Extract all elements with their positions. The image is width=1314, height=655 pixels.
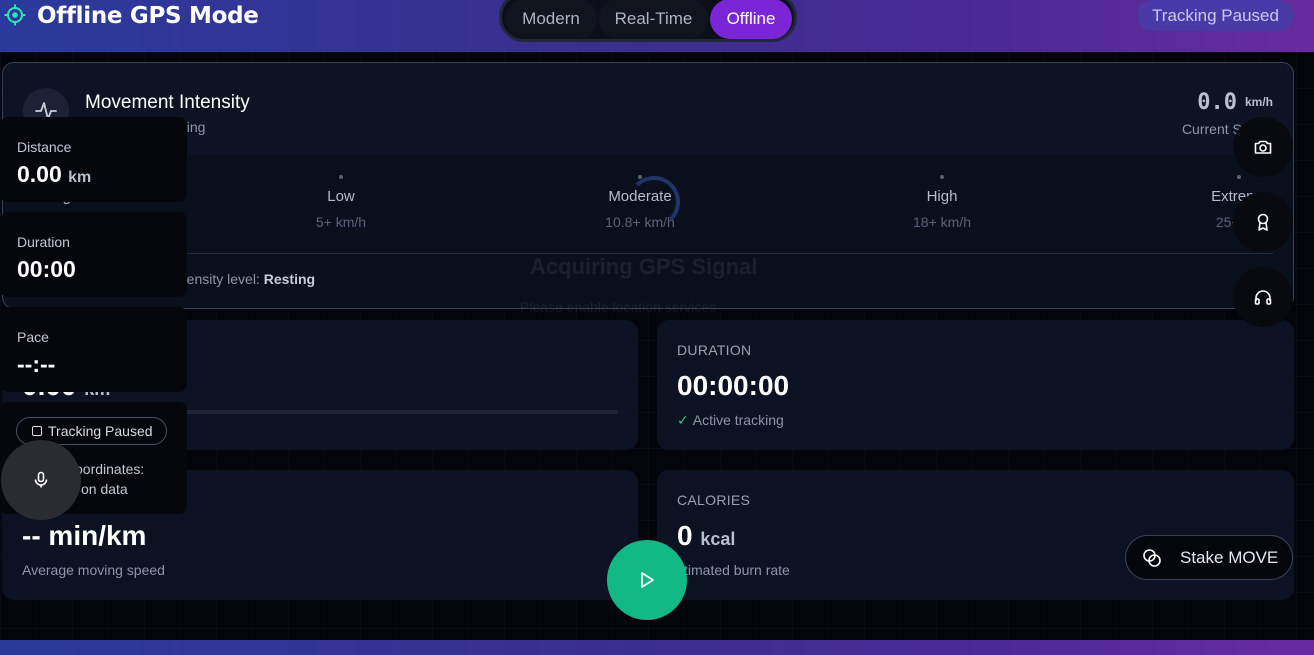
- side-distance-label: Distance: [17, 139, 72, 155]
- duration-card: DURATION 00:00:00 ✓ Active tracking: [657, 320, 1294, 450]
- headphones-icon: [1254, 290, 1272, 305]
- side-pace-label: Pace: [17, 329, 49, 345]
- duration-card-sub: ✓ Active tracking: [677, 412, 784, 428]
- mode-realtime-button[interactable]: Real-Time: [599, 0, 708, 39]
- check-icon: ✓: [677, 412, 689, 428]
- coordinates-label: oordinates:: [75, 461, 145, 477]
- camera-button[interactable]: [1233, 117, 1293, 177]
- side-duration-label: Duration: [17, 234, 70, 250]
- pace-card-value: -- min/km: [22, 520, 147, 551]
- calories-card-sub: stimated burn rate: [677, 562, 790, 578]
- microphone-icon: [34, 471, 48, 488]
- mode-switch: Modern Real-Time Offline: [499, 0, 797, 42]
- footer-bar: [0, 640, 1314, 655]
- intensity-divider: [23, 253, 1273, 254]
- start-tracking-button[interactable]: [607, 540, 687, 620]
- duration-card-value: 00:00:00: [677, 370, 790, 401]
- acquiring-signal-title: Acquiring GPS Signal: [530, 254, 758, 279]
- tracking-status-badge: Tracking Paused: [1137, 0, 1294, 31]
- side-duration-value: 00:00: [17, 256, 76, 282]
- coordinates-value: on data: [81, 481, 128, 497]
- play-icon: [641, 572, 654, 588]
- mode-modern-button[interactable]: Modern: [505, 0, 597, 39]
- stake-move-label: Stake MOVE: [1180, 547, 1279, 567]
- pace-card-sub: Average moving speed: [22, 562, 165, 578]
- app-title: Offline GPS Mode: [37, 3, 259, 29]
- camera-icon: [1254, 140, 1272, 154]
- calories-card-label: CALORIES: [677, 492, 751, 508]
- side-distance-box: Distance 0.00 km: [0, 117, 187, 202]
- audio-button[interactable]: [1233, 267, 1293, 327]
- intensity-level-low: Low 5+ km/h: [261, 175, 421, 230]
- intensity-level-moderate: Moderate 10.8+ km/h: [560, 175, 720, 230]
- side-distance-value: 0.00 km: [17, 161, 92, 187]
- acquiring-signal-subtitle: Please enable location services: [520, 299, 717, 315]
- stop-square-icon: [32, 426, 42, 436]
- side-pace-value: --:--: [17, 351, 56, 377]
- current-speed-value: 0.0: [1197, 90, 1237, 115]
- duration-card-label: DURATION: [677, 342, 752, 358]
- calories-card-value: 0 kcal: [677, 520, 736, 551]
- side-duration-box: Duration 00:00: [0, 212, 187, 297]
- current-speed-unit: km/h: [1244, 95, 1273, 109]
- intensity-level-high: High 18+ km/h: [862, 175, 1022, 230]
- stake-move-button[interactable]: Stake MOVE: [1125, 535, 1293, 580]
- award-icon: [1257, 213, 1269, 231]
- movement-intensity-card: Movement Intensity ding 0.0 km/h Current…: [2, 62, 1294, 315]
- side-pace-box: Pace --:--: [0, 307, 187, 392]
- achievements-button[interactable]: [1233, 192, 1293, 252]
- app-header: Offline GPS Mode Modern Real-Time Offlin…: [0, 0, 1314, 52]
- mode-offline-button[interactable]: Offline: [710, 0, 792, 39]
- coins-icon: [1143, 548, 1161, 567]
- intensity-title: Movement Intensity: [85, 92, 250, 113]
- intensity-status-text: ntensity level: Resting: [175, 271, 316, 287]
- gps-target-icon: [4, 4, 26, 26]
- voice-button[interactable]: [1, 440, 81, 520]
